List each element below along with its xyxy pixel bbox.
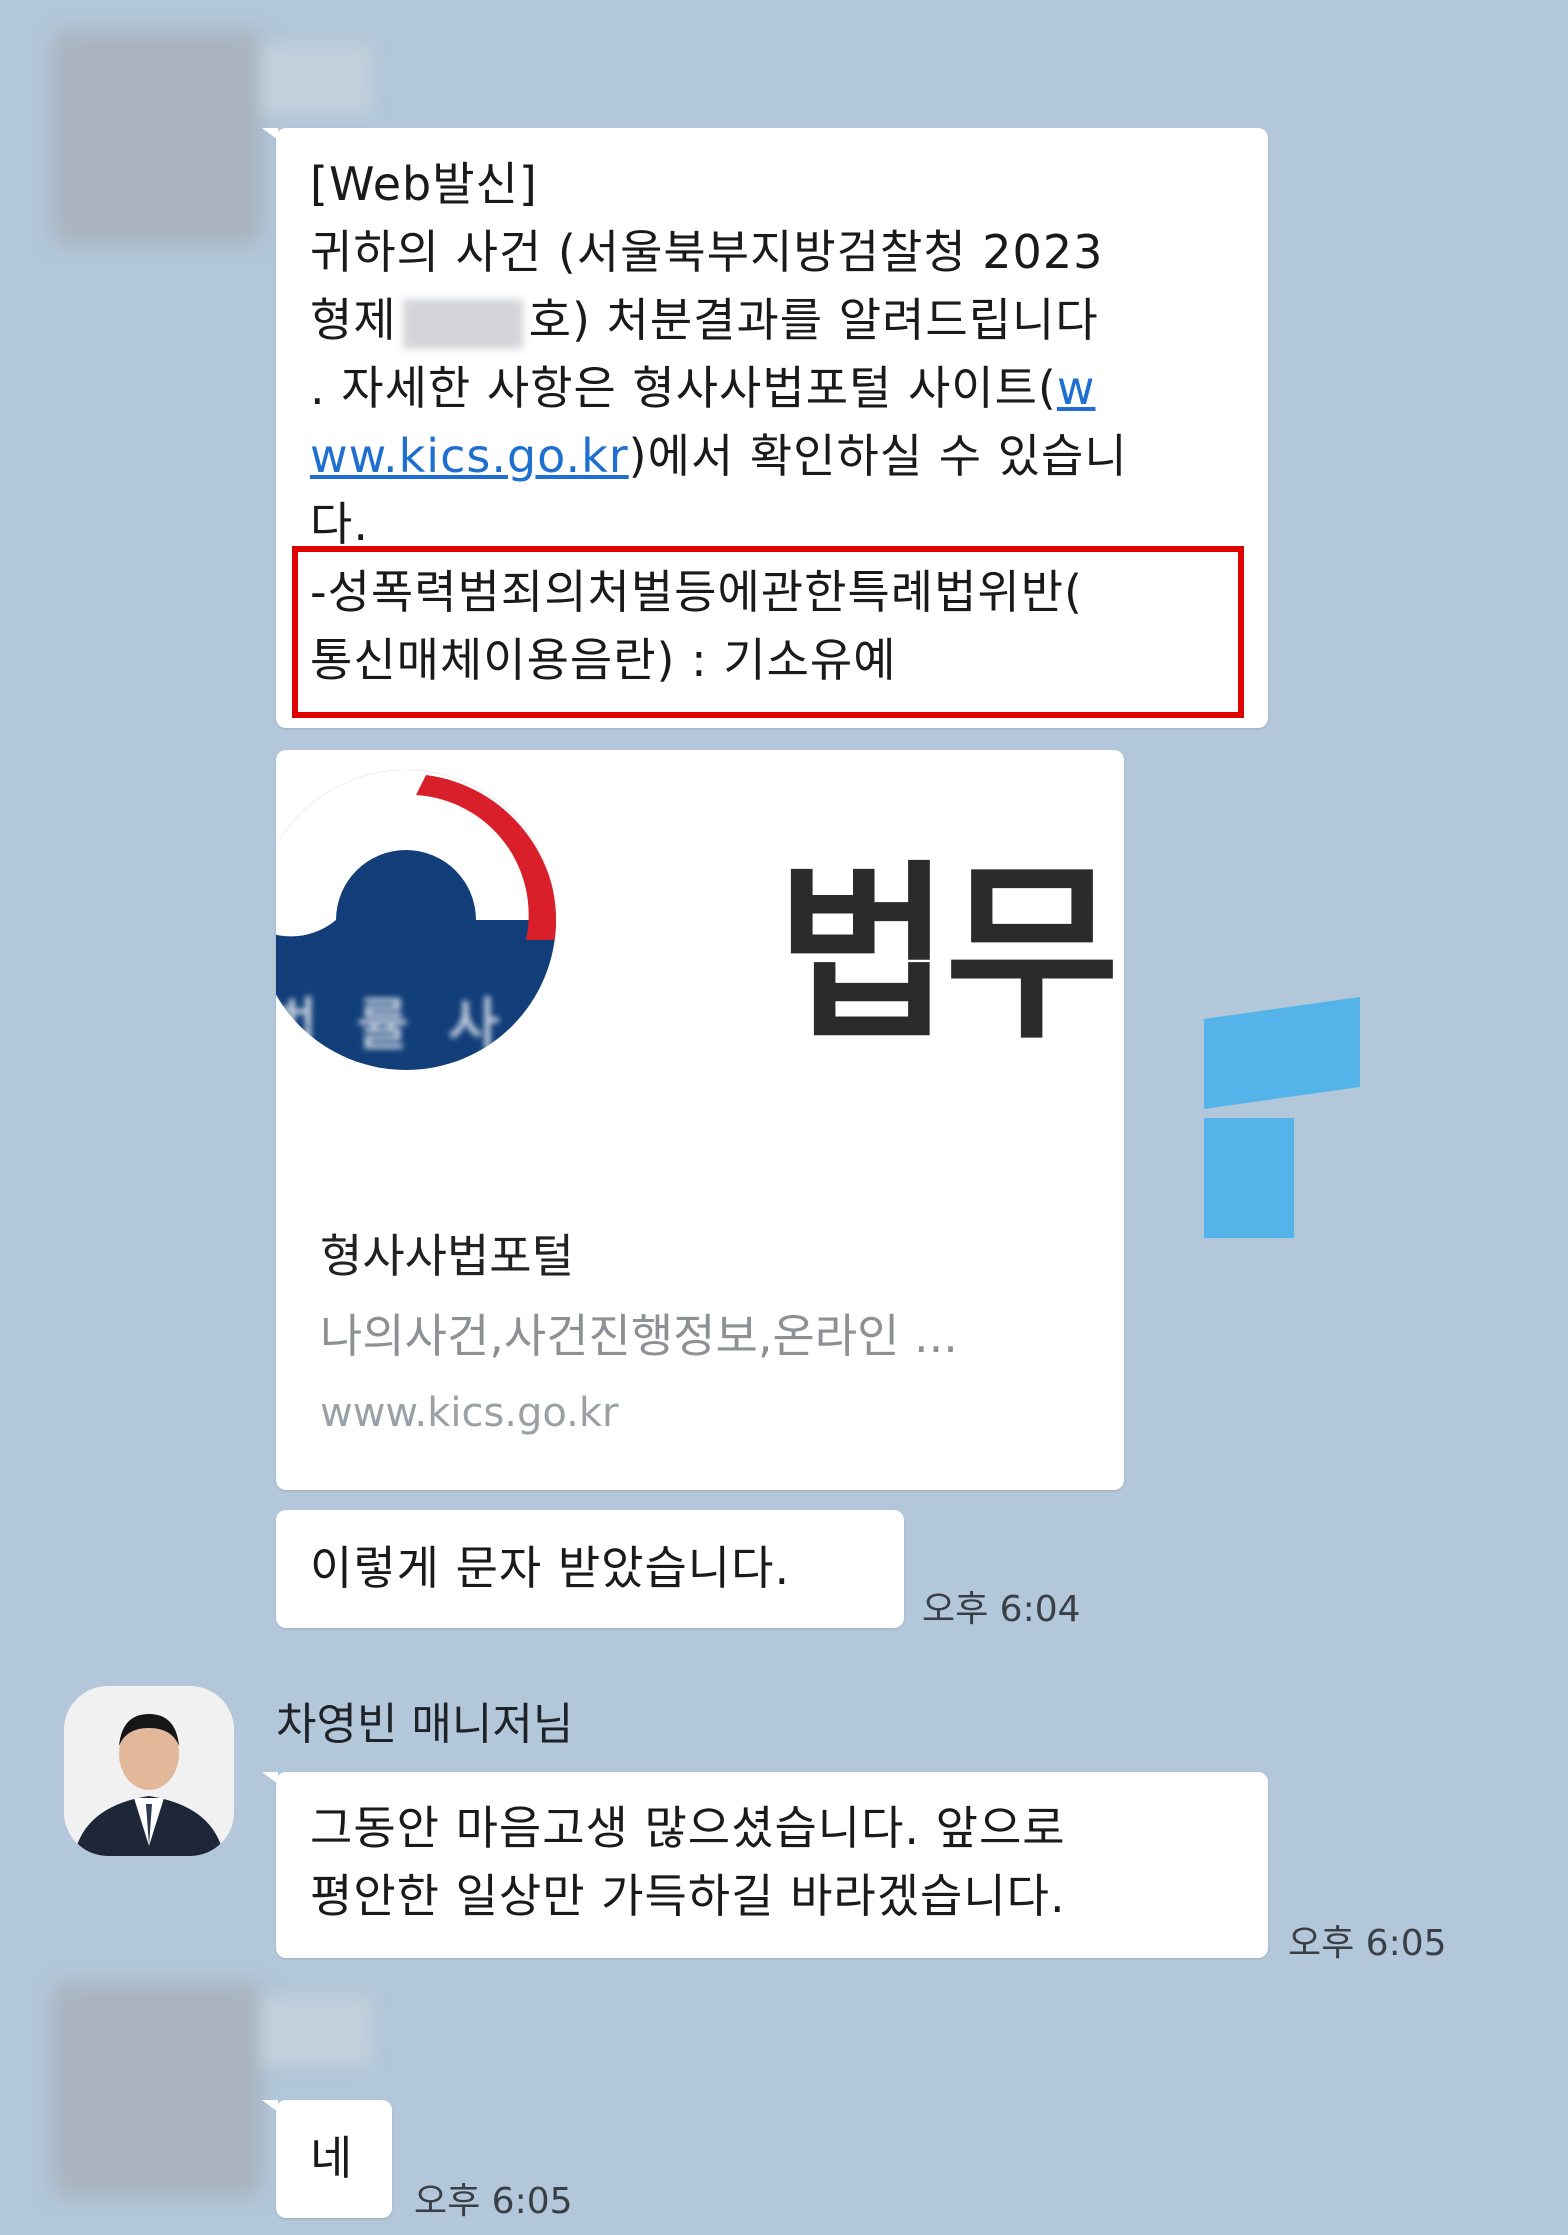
kics-link[interactable]: ww.kics.go.kr <box>310 429 629 483</box>
ministry-logo-text: 법무 <box>776 844 1120 1065</box>
message-bubble-reply[interactable]: 네 <box>276 2100 392 2218</box>
message-time: 오후 6:05 <box>414 2181 573 2222</box>
redacted-case-number <box>402 298 523 349</box>
card-url: www.kics.go.kr <box>320 1390 619 1436</box>
message-time: 오후 6:04 <box>922 1589 1081 1630</box>
highlight-annotation-box <box>292 546 1244 718</box>
user-avatar-blurred[interactable] <box>52 30 262 245</box>
watermark-accent-shape <box>1204 997 1360 1109</box>
watermark-accent-shape <box>1204 1118 1294 1238</box>
message-text: 이렇게 문자 받았습니다. <box>310 1541 791 1595</box>
sms-text-segment: . 자세한 사항은 형사사법포털 사이트( <box>310 361 1057 415</box>
message-bubble-received[interactable]: 이렇게 문자 받았습니다. <box>276 1510 904 1628</box>
card-title: 형사사법포털 <box>320 1229 574 1283</box>
message-line: 그동안 마음고생 많으셨습니다. 앞으로 <box>310 1801 1066 1855</box>
user-name-blurred <box>262 44 372 114</box>
watermark-small-text: 법 률 사 무 소 <box>276 993 692 1058</box>
message-line: 평안한 일상만 가득하길 바라겠습니다. <box>310 1869 1066 1923</box>
sms-line: ww.kics.go.kr)에서 확인하실 수 있습니 <box>310 422 1250 490</box>
sms-line: 형제 호) 처분결과를 알려드립니다 <box>310 286 1250 354</box>
manager-name: 차영빈 매니저님 <box>276 1699 574 1750</box>
manager-avatar[interactable] <box>64 1686 234 1856</box>
card-thumbnail: 법무 법 률 사 무 소 <box>276 750 1124 1170</box>
person-icon <box>64 1686 234 1856</box>
message-bubble-manager[interactable]: 그동안 마음고생 많으셨습니다. 앞으로 평안한 일상만 가득하길 바라겠습니다… <box>276 1772 1268 1958</box>
sms-text-segment: 형제 <box>310 293 397 347</box>
sms-line: [Web발신] <box>310 157 538 211</box>
message-time: 오후 6:05 <box>1288 1923 1447 1964</box>
sms-text-segment: )에서 확인하실 수 있습니 <box>628 429 1128 483</box>
kics-link-part[interactable]: w <box>1057 361 1096 415</box>
sms-line: . 자세한 사항은 형사사법포털 사이트(w <box>310 354 1250 422</box>
card-description: 나의사건,사건진행정보,온라인 ... <box>320 1309 958 1363</box>
link-preview-card[interactable]: 법무 법 률 사 무 소 형사사법포털 나의사건,사건진행정보,온라인 ... … <box>276 750 1124 1490</box>
message-text: 그동안 마음고생 많으셨습니다. 앞으로 평안한 일상만 가득하길 바라겠습니다… <box>310 1794 1066 1930</box>
sms-line: 귀하의 사건 (서울북부지방검찰청 2023 <box>310 225 1104 279</box>
user-avatar-blurred[interactable] <box>52 1982 262 2197</box>
sms-text-segment: 호) 처분결과를 알려드립니다 <box>528 293 1099 347</box>
message-text: 네 <box>310 2131 354 2185</box>
user-name-blurred <box>262 1996 372 2066</box>
